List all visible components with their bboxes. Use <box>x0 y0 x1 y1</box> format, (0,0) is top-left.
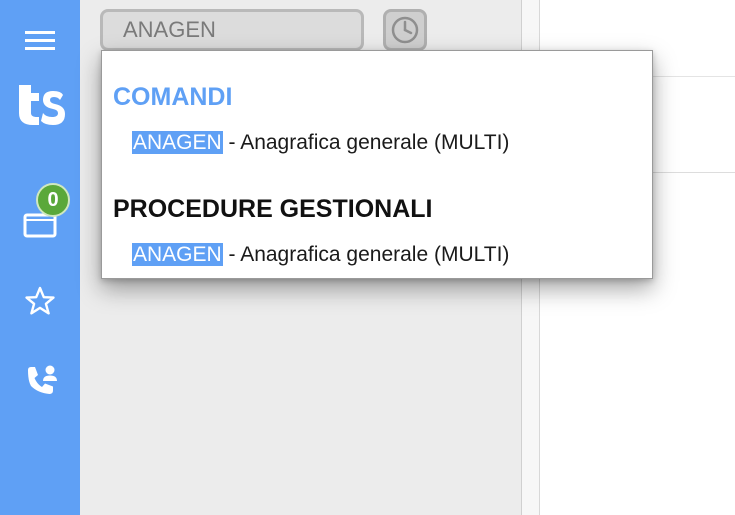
inbox-badge: 0 <box>36 183 70 217</box>
ts-logo <box>12 78 68 128</box>
section-title-procedure-gestionali: PROCEDURE GESTIONALI <box>113 195 433 223</box>
history-button[interactable] <box>383 9 427 51</box>
sidebar: 0 <box>0 0 80 515</box>
result-description: - Anagrafica generale (MULTI) <box>222 243 510 266</box>
section-title-comandi: COMANDI <box>113 83 233 111</box>
star-icon[interactable] <box>22 283 58 319</box>
clock-icon <box>391 16 419 44</box>
result-item[interactable]: ANAGEN - Anagrafica generale (MULTI) <box>132 131 509 155</box>
search-input[interactable] <box>100 9 364 51</box>
match-highlight: ANAGEN <box>132 131 223 154</box>
search-results-dropdown: COMANDI ANAGEN - Anagrafica generale (MU… <box>101 50 653 279</box>
result-item[interactable]: ANAGEN - Anagrafica generale (MULTI) <box>132 243 509 267</box>
result-description: - Anagrafica generale (MULTI) <box>222 131 510 154</box>
match-highlight: ANAGEN <box>132 243 223 266</box>
hamburger-menu-icon[interactable] <box>20 24 60 56</box>
phone-contact-icon[interactable] <box>22 362 60 400</box>
